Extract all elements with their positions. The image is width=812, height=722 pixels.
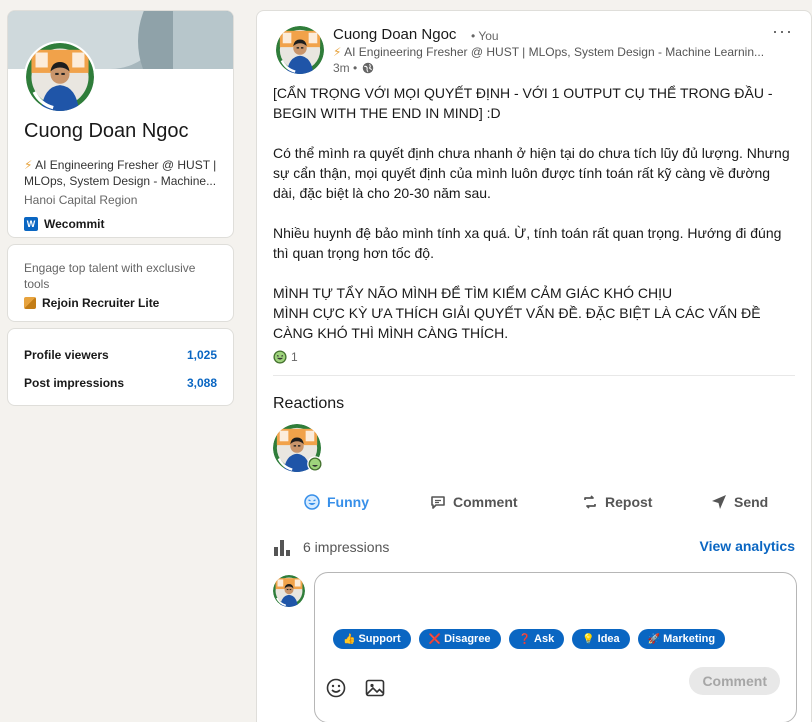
stat-label: Profile viewers: [24, 348, 109, 362]
profile-headline: ⚡ AI Engineering Fresher @ HUST | MLOps,…: [24, 157, 224, 189]
post-timestamp: 3m •: [333, 61, 374, 75]
comment-icon: [431, 496, 445, 509]
post-impressions[interactable]: 6 impressions: [273, 538, 389, 556]
globe-icon: [362, 62, 374, 74]
profile-stats-card: Profile viewers 1,025 Post impressions 3…: [7, 328, 234, 406]
author-name[interactable]: Cuong Doan Ngoc: [333, 26, 456, 43]
send-button[interactable]: Send: [710, 493, 768, 511]
post-card: Cuong Doan Ngoc • You ⚡ AI Engineering F…: [256, 10, 812, 722]
emoji-icon[interactable]: [325, 677, 347, 699]
premium-promo-card[interactable]: Engage top talent with exclusive tools R…: [7, 244, 234, 322]
send-label: Send: [734, 494, 769, 510]
chip-label: Disagree: [444, 633, 491, 645]
thumbs-up-icon: 👍: [343, 633, 356, 645]
premium-promo-text: Engage top talent with exclusive tools: [24, 261, 196, 291]
post-paragraph: Có thể mình ra quyết định chưa nhanh ở h…: [273, 145, 790, 201]
reaction-summary[interactable]: 1: [273, 350, 298, 364]
profile-company-name: Wecommit: [44, 217, 105, 231]
repost-label: Repost: [605, 494, 653, 510]
chip-marketing[interactable]: 🚀 Marketing: [637, 629, 726, 649]
profile-card: Cuong Doan Ngoc ⚡ AI Engineering Fresher…: [7, 10, 234, 238]
chip-support[interactable]: 👍 Support: [333, 629, 411, 649]
more-options-button[interactable]: ···: [772, 21, 793, 42]
post-paragraph: MÌNH CỰC KỲ ƯA THÍCH GIẢI QUYẾT VẤN ĐỀ. …: [273, 305, 761, 341]
impressions-text: 6 impressions: [303, 539, 390, 555]
stat-value: 1,025: [186, 348, 217, 362]
comment-label: Comment: [453, 494, 518, 510]
profile-headline-text: AI Engineering Fresher @ HUST | MLOps, S…: [24, 158, 217, 188]
cross-icon: ❌: [428, 633, 442, 645]
premium-link-label: Rejoin Recruiter Lite: [42, 296, 160, 310]
stat-post-impressions[interactable]: Post impressions 3,088: [24, 376, 217, 390]
chip-label: Marketing: [663, 633, 716, 645]
author-you-badge: • You: [471, 29, 499, 43]
repost-icon: [584, 495, 596, 509]
premium-rejoin-link[interactable]: Rejoin Recruiter Lite: [24, 296, 159, 310]
question-icon: ❓: [518, 633, 532, 645]
post-paragraph: Nhiều huynh đệ bảo mình tính xa quá. Ừ, …: [273, 225, 782, 261]
profile-avatar[interactable]: [24, 41, 96, 113]
reactions-heading: Reactions: [273, 395, 345, 412]
chip-ask[interactable]: ❓ Ask: [508, 629, 565, 649]
post-body: [CẨN TRỌNG VỚI MỌI QUYẾT ĐỊNH - VỚI 1 OU…: [273, 83, 793, 343]
bar-chart-icon: [274, 540, 290, 556]
chip-idea[interactable]: 💡 Idea: [572, 629, 630, 649]
funny-reaction-icon: [307, 456, 323, 472]
profile-name[interactable]: Cuong Doan Ngoc: [24, 120, 189, 143]
repost-button[interactable]: Repost: [581, 493, 652, 511]
chip-label: Idea: [597, 633, 620, 645]
image-icon[interactable]: [364, 677, 386, 699]
company-logo-icon: W: [24, 217, 38, 231]
author-headline-text: AI Engineering Fresher @ HUST | MLOps, S…: [341, 45, 763, 59]
premium-icon: [24, 297, 36, 309]
funny-reaction-icon: [304, 494, 320, 510]
author-headline: ⚡ AI Engineering Fresher @ HUST | MLOps,…: [333, 45, 763, 59]
chip-label: Ask: [534, 633, 555, 645]
post-paragraph: [CẨN TRỌNG VỚI MỌI QUYẾT ĐỊNH - VỚI 1 OU…: [273, 85, 773, 121]
post-time-text: 3m •: [333, 61, 358, 75]
divider: [273, 375, 795, 376]
profile-company-link[interactable]: W Wecommit: [24, 217, 104, 231]
funny-reaction-icon: [273, 350, 287, 364]
lightbulb-icon: 💡: [582, 633, 595, 645]
reactor-avatar[interactable]: [273, 424, 323, 472]
send-icon: [712, 495, 726, 509]
comment-submit-button[interactable]: Comment: [689, 667, 780, 695]
comment-button[interactable]: Comment: [429, 493, 518, 511]
comment-suggestion-chips: 👍 Support ❌ Disagree ❓ Ask 💡 Idea 🚀 Marketing: [333, 629, 726, 649]
chip-label: Support: [358, 633, 401, 645]
post-paragraph: MÌNH TỰ TẨY NÃO MÌNH ĐỂ TÌM KIẾM CẢM GIÁ…: [273, 285, 673, 301]
comment-input-box[interactable]: 👍 Support ❌ Disagree ❓ Ask 💡 Idea 🚀 Marketing…: [314, 572, 797, 722]
view-analytics-link[interactable]: View analytics: [700, 538, 795, 554]
stat-value: 3,088: [186, 376, 217, 390]
profile-location: Hanoi Capital Region: [24, 193, 138, 207]
funny-reaction-button[interactable]: Funny: [303, 493, 369, 511]
stat-label: Post impressions: [24, 376, 125, 390]
reaction-count: 1: [291, 350, 298, 364]
funny-label: Funny: [327, 494, 369, 510]
author-avatar[interactable]: [276, 26, 324, 74]
rocket-icon: 🚀: [647, 633, 661, 645]
chip-disagree[interactable]: ❌ Disagree: [418, 629, 501, 649]
stat-profile-viewers[interactable]: Profile viewers 1,025: [24, 348, 217, 362]
commenter-avatar: [273, 575, 305, 607]
